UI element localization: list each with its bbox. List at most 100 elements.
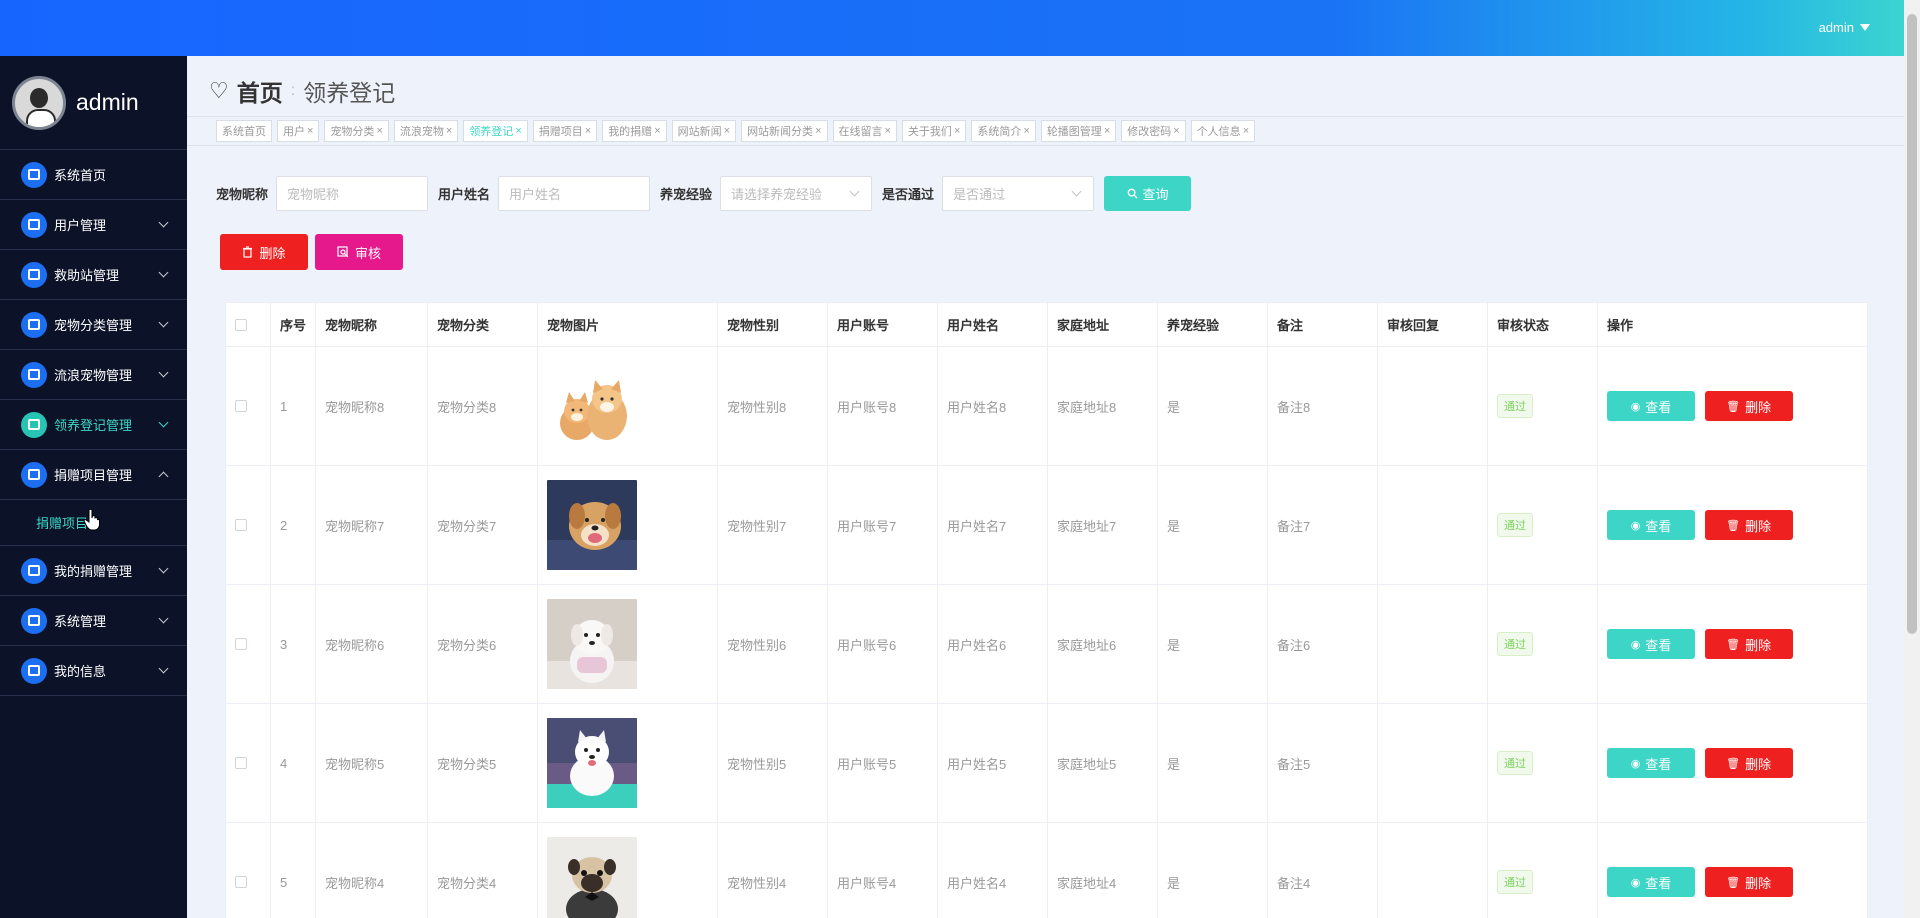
- tag-item[interactable]: 用户 ×: [277, 120, 320, 142]
- bulk-delete-button[interactable]: 删除: [220, 234, 308, 270]
- tag-item[interactable]: 网站新闻 ×: [671, 120, 737, 142]
- sidebar-item-adoption[interactable]: 领养登记管理: [0, 400, 187, 450]
- cell-status: 通过: [1487, 703, 1598, 823]
- close-icon[interactable]: ×: [376, 125, 382, 137]
- cell-status: 通过: [1487, 584, 1598, 704]
- tag-item[interactable]: 系统简介 ×: [971, 120, 1036, 142]
- tag-item[interactable]: 宠物分类 ×: [324, 120, 389, 142]
- select-all-checkbox[interactable]: [235, 318, 247, 331]
- close-icon[interactable]: ×: [954, 125, 960, 137]
- delete-button[interactable]: 🗑 删除: [1704, 867, 1793, 897]
- sidebar-item-label: 系统管理: [54, 614, 107, 629]
- cell-address: 家庭地址5: [1047, 703, 1158, 823]
- tag-item[interactable]: 网站新闻分类 ×: [741, 120, 828, 142]
- column-header: 审核状态: [1487, 302, 1598, 347]
- sidebar-item-label: 用户管理: [54, 218, 107, 233]
- query-button[interactable]: 查询: [1104, 176, 1192, 211]
- delete-button[interactable]: 🗑 删除: [1704, 629, 1793, 659]
- sidebar-item-rescue-station[interactable]: 救助站管理: [0, 250, 187, 300]
- close-icon[interactable]: ×: [1243, 125, 1249, 137]
- tag-item-active[interactable]: 领养登记 ×: [463, 120, 528, 142]
- breadcrumb-home[interactable]: 首页: [237, 74, 283, 108]
- view-button[interactable]: ◉ 查看: [1607, 748, 1695, 778]
- audit-button-label: 审核: [354, 245, 381, 261]
- chevron-down-icon: [158, 613, 169, 624]
- tags-bar: 系统首页 用户 × 宠物分类 × 流浪宠物 × 领养登记 × 捐赠项目 × 我的捐赠 × 网…: [187, 116, 1904, 146]
- user-name-input[interactable]: 用户姓名: [498, 176, 651, 211]
- tag-item[interactable]: 修改密码 ×: [1121, 120, 1186, 142]
- tag-item[interactable]: 关于我们 ×: [901, 120, 967, 142]
- tag-item[interactable]: 在线留言 ×: [832, 120, 897, 142]
- pet-nickname-input[interactable]: 宠物昵称: [276, 176, 429, 211]
- scrollbar-thumb[interactable]: [1907, 14, 1917, 634]
- cell-actions: ◉ 查看 🗑 删除: [1597, 346, 1868, 466]
- passed-select[interactable]: 是否通过: [942, 176, 1095, 211]
- chevron-down-icon: [158, 267, 169, 278]
- column-header: 宠物分类: [427, 302, 538, 347]
- cell-reply: [1377, 822, 1488, 918]
- view-button[interactable]: ◉ 查看: [1607, 867, 1695, 897]
- cell-image: [537, 703, 718, 823]
- close-icon[interactable]: ×: [307, 125, 313, 137]
- close-icon[interactable]: ×: [585, 125, 591, 137]
- sidebar-item-my-info[interactable]: 我的信息: [0, 646, 187, 696]
- sidebar-subitem-donation-project[interactable]: 捐赠项目: [0, 500, 187, 546]
- tag-label: 个人信息: [1196, 126, 1241, 138]
- column-header: 操作: [1597, 302, 1868, 347]
- tag-item[interactable]: 捐赠项目 ×: [532, 120, 598, 142]
- close-icon[interactable]: ×: [654, 125, 660, 137]
- row-checkbox[interactable]: [235, 757, 247, 769]
- tag-item[interactable]: 流浪宠物 ×: [393, 120, 459, 142]
- vertical-scrollbar[interactable]: [1904, 0, 1920, 918]
- user-menu[interactable]: admin: [1819, 20, 1870, 35]
- row-checkbox[interactable]: [235, 519, 247, 531]
- row-checkbox[interactable]: [235, 876, 247, 888]
- tag-label: 领养登记: [469, 126, 514, 138]
- tag-item[interactable]: 系统首页: [216, 120, 272, 142]
- sidebar-item-pet-category[interactable]: 宠物分类管理: [0, 300, 187, 350]
- view-button-label: 查看: [1645, 875, 1672, 891]
- close-icon[interactable]: ×: [1104, 125, 1110, 137]
- user-menu-label: admin: [1818, 20, 1854, 35]
- delete-button[interactable]: 🗑 删除: [1704, 391, 1793, 421]
- close-icon[interactable]: ×: [515, 125, 521, 137]
- delete-button[interactable]: 🗑 删除: [1704, 510, 1793, 540]
- close-icon[interactable]: ×: [446, 125, 452, 137]
- tag-label: 修改密码: [1127, 126, 1172, 138]
- cell-image: [537, 465, 718, 585]
- tag-item[interactable]: 轮播图管理 ×: [1040, 120, 1117, 142]
- cell-experience: 是: [1157, 465, 1268, 585]
- pet-image-dog-smiling: [547, 480, 637, 570]
- experience-select[interactable]: 请选择养宠经验: [720, 176, 873, 211]
- row-checkbox[interactable]: [235, 400, 247, 412]
- tag-item[interactable]: 个人信息 ×: [1190, 120, 1256, 142]
- filter-label: 用户姓名: [438, 187, 491, 202]
- sidebar-item-stray-pets[interactable]: 流浪宠物管理: [0, 350, 187, 400]
- view-button[interactable]: ◉ 查看: [1607, 510, 1695, 540]
- audit-button[interactable]: 审核: [315, 234, 403, 270]
- sidebar-item-my-donation[interactable]: 我的捐赠管理: [0, 546, 187, 596]
- close-icon[interactable]: ×: [724, 125, 730, 137]
- chevron-down-icon: [849, 186, 860, 197]
- table-row: 1 宠物昵称8 宠物分类8 宠物性别8 用户账号8 用户姓名8 家庭地址8 是 …: [225, 346, 1868, 466]
- main-content: ♡ 首页 : 领养登记 系统首页 用户 × 宠物分类 × 流浪宠物 × 领养登记 × 捐…: [187, 56, 1904, 918]
- view-button[interactable]: ◉ 查看: [1607, 629, 1695, 659]
- column-header: 家庭地址: [1047, 302, 1158, 347]
- sidebar-item-users[interactable]: 用户管理: [0, 200, 187, 250]
- eye-icon: ◉: [1630, 876, 1641, 889]
- row-checkbox[interactable]: [235, 638, 247, 650]
- tag-item[interactable]: 我的捐赠 ×: [602, 120, 667, 142]
- close-icon[interactable]: ×: [1173, 125, 1179, 137]
- cell-actions: ◉ 查看 🗑 删除: [1597, 703, 1868, 823]
- close-icon[interactable]: ×: [885, 125, 891, 137]
- view-button-label: 查看: [1645, 399, 1672, 415]
- sidebar-item-system[interactable]: 系统管理: [0, 596, 187, 646]
- sidebar-item-home[interactable]: 系统首页: [0, 150, 187, 200]
- view-button[interactable]: ◉ 查看: [1607, 391, 1695, 421]
- select-all-cell[interactable]: [225, 302, 271, 347]
- delete-button[interactable]: 🗑 删除: [1704, 748, 1793, 778]
- tag-label: 在线留言: [838, 126, 883, 138]
- close-icon[interactable]: ×: [815, 125, 821, 137]
- close-icon[interactable]: ×: [1023, 125, 1029, 137]
- sidebar-item-donation-project[interactable]: 捐赠项目管理: [0, 450, 187, 500]
